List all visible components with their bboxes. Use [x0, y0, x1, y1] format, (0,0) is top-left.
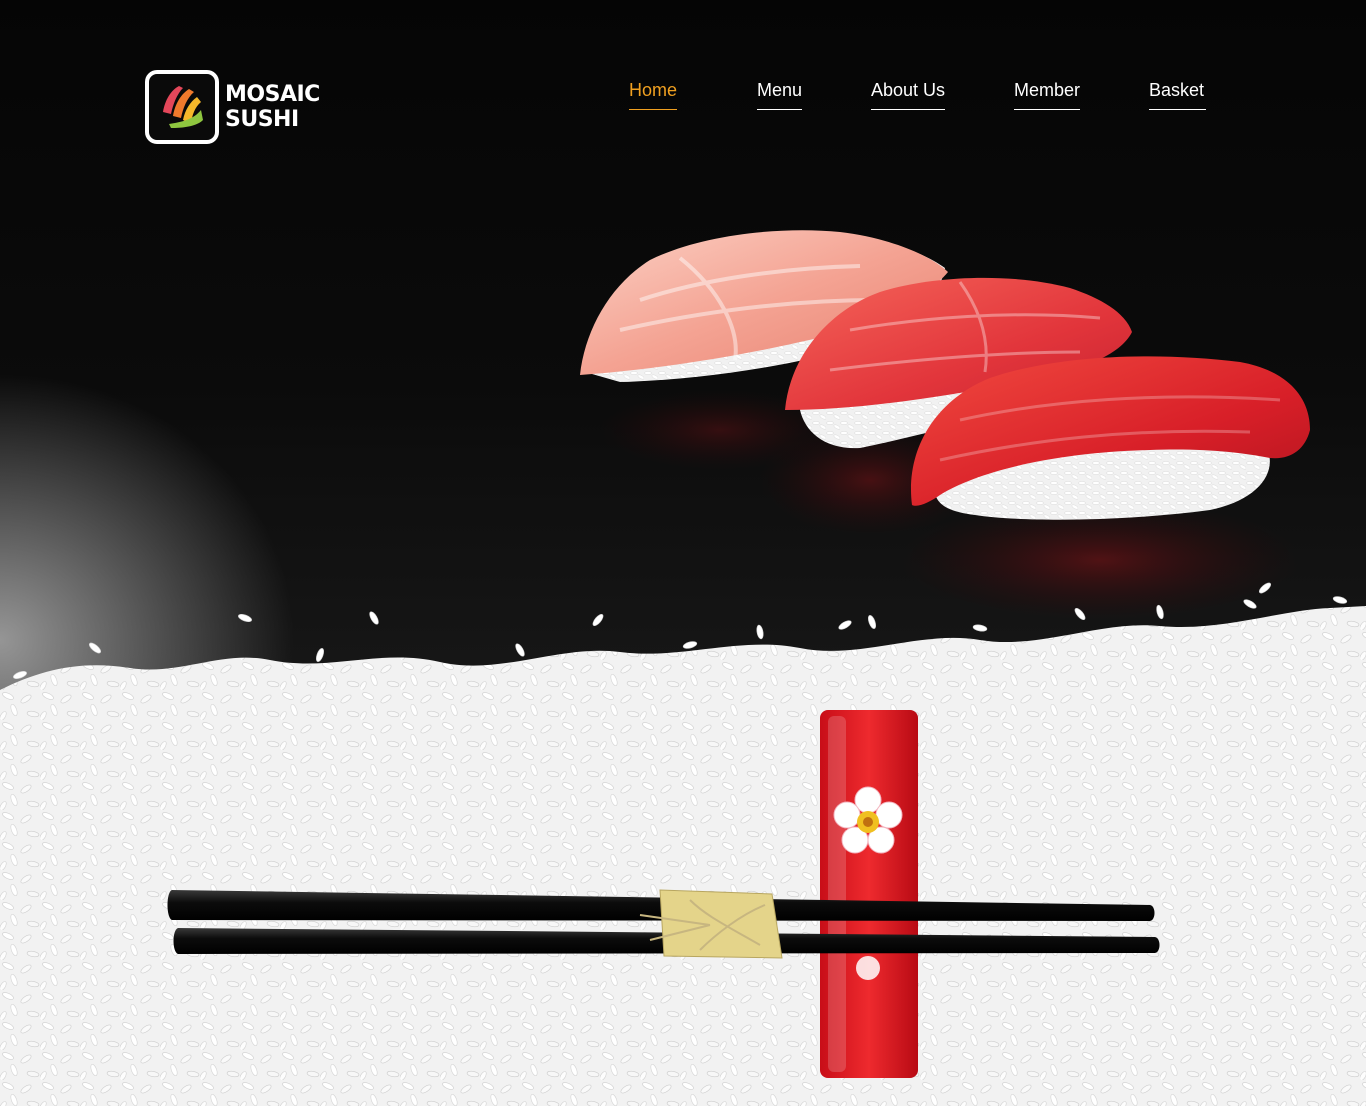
nav-basket-link[interactable]: Basket [1149, 80, 1207, 110]
nav-about-us-link[interactable]: About Us [871, 80, 946, 110]
nav-member-link[interactable]: Member [1014, 80, 1081, 110]
main-nav: Home Menu About Us Member Basket [0, 80, 1366, 120]
nav-menu-link[interactable]: Menu [757, 80, 803, 110]
landing-page: MOSAIC SUSHI Home Menu About Us Member B… [0, 0, 1366, 1106]
nav-home-link[interactable]: Home [629, 80, 678, 110]
hero-image [0, 230, 1366, 1106]
